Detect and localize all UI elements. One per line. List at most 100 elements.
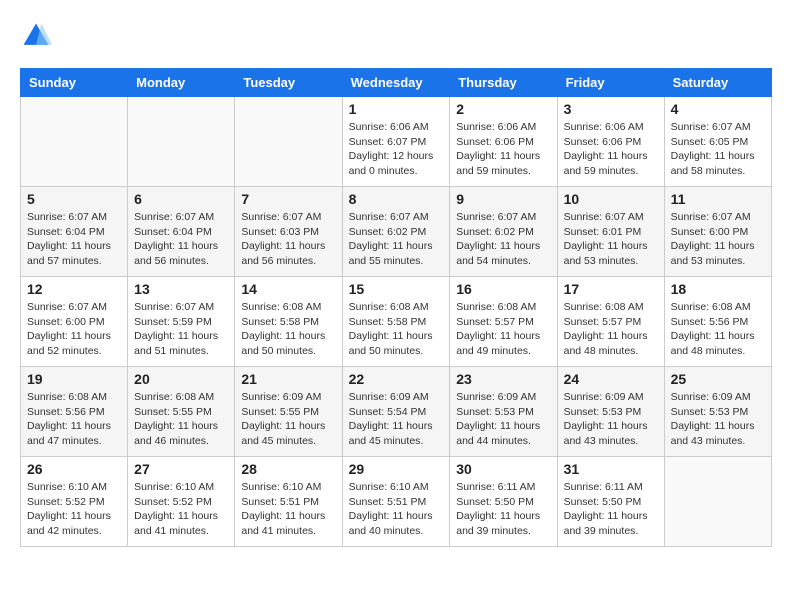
day-number: 21 (241, 371, 335, 387)
calendar-cell: 10Sunrise: 6:07 AM Sunset: 6:01 PM Dayli… (557, 187, 664, 277)
calendar-cell: 26 Sunrise: 6:10 AM Sunset: 5:52 PM Dayli… (21, 457, 128, 547)
day-info: Sunrise: 6:08 AM Sunset: 5:56 PM Dayligh… (27, 390, 121, 449)
calendar-cell: 5 Sunrise: 6:07 AM Sunset: 6:04 PM Daylig… (21, 187, 128, 277)
day-number: 23 (456, 371, 550, 387)
day-number: 25 (671, 371, 765, 387)
calendar-cell: 27 Sunrise: 6:10 AM Sunset: 5:52 PM Dayli… (128, 457, 235, 547)
day-number: 2 (456, 101, 550, 117)
calendar-cell: 21 Sunrise: 6:09 AM Sunset: 5:55 PM Dayli… (235, 367, 342, 457)
day-info: Sunrise: 6:06 AM Sunset: 6:06 PM Dayligh… (564, 120, 658, 179)
calendar-cell: 12 Sunrise: 6:07 AM Sunset: 6:00 PM Dayli… (21, 277, 128, 367)
day-number: 28 (241, 461, 335, 477)
day-number: 29 (349, 461, 444, 477)
day-info: Sunrise: 6:10 AM Sunset: 5:51 PM Dayligh… (349, 480, 444, 539)
day-number: 24 (564, 371, 658, 387)
day-number: 17 (564, 281, 658, 297)
calendar-cell: 9 Sunrise: 6:07 AM Sunset: 6:02 PM Daylig… (450, 187, 557, 277)
day-info: Sunrise: 6:06 AM Sunset: 6:06 PM Dayligh… (456, 120, 550, 179)
header-day-wednesday: Wednesday (342, 69, 450, 97)
day-info: Sunrise: 6:10 AM Sunset: 5:51 PM Dayligh… (241, 480, 335, 539)
day-number: 10 (564, 191, 658, 207)
calendar-cell: 1 Sunrise: 6:06 AM Sunset: 6:07 PM Daylig… (342, 97, 450, 187)
calendar-table: SundayMondayTuesdayWednesdayThursdayFrid… (20, 68, 772, 547)
calendar-cell (664, 457, 771, 547)
header-day-saturday: Saturday (664, 69, 771, 97)
day-info: Sunrise: 6:09 AM Sunset: 5:55 PM Dayligh… (241, 390, 335, 449)
week-row-1: 1 Sunrise: 6:06 AM Sunset: 6:07 PM Daylig… (21, 97, 772, 187)
calendar-cell: 20Sunrise: 6:08 AM Sunset: 5:55 PM Dayli… (128, 367, 235, 457)
week-row-3: 12 Sunrise: 6:07 AM Sunset: 6:00 PM Dayli… (21, 277, 772, 367)
day-number: 3 (564, 101, 658, 117)
day-info: Sunrise: 6:07 AM Sunset: 6:03 PM Dayligh… (241, 210, 335, 269)
calendar-cell: 18 Sunrise: 6:08 AM Sunset: 5:56 PM Dayli… (664, 277, 771, 367)
day-number: 5 (27, 191, 121, 207)
day-info: Sunrise: 6:07 AM Sunset: 6:04 PM Dayligh… (27, 210, 121, 269)
calendar-cell: 4Sunrise: 6:07 AM Sunset: 6:05 PM Daylig… (664, 97, 771, 187)
calendar-cell: 14Sunrise: 6:08 AM Sunset: 5:58 PM Dayli… (235, 277, 342, 367)
day-info: Sunrise: 6:09 AM Sunset: 5:54 PM Dayligh… (349, 390, 444, 449)
calendar-cell (128, 97, 235, 187)
header-day-friday: Friday (557, 69, 664, 97)
day-info: Sunrise: 6:10 AM Sunset: 5:52 PM Dayligh… (27, 480, 121, 539)
day-info: Sunrise: 6:06 AM Sunset: 6:07 PM Dayligh… (349, 120, 444, 179)
day-info: Sunrise: 6:10 AM Sunset: 5:52 PM Dayligh… (134, 480, 228, 539)
day-number: 16 (456, 281, 550, 297)
day-number: 1 (349, 101, 444, 117)
calendar-cell: 22 Sunrise: 6:09 AM Sunset: 5:54 PM Dayli… (342, 367, 450, 457)
day-info: Sunrise: 6:11 AM Sunset: 5:50 PM Dayligh… (456, 480, 550, 539)
day-number: 9 (456, 191, 550, 207)
calendar-cell: 28 Sunrise: 6:10 AM Sunset: 5:51 PM Dayli… (235, 457, 342, 547)
calendar-cell (235, 97, 342, 187)
day-info: Sunrise: 6:07 AM Sunset: 6:00 PM Dayligh… (27, 300, 121, 359)
day-number: 13 (134, 281, 228, 297)
day-number: 12 (27, 281, 121, 297)
calendar-cell: 13Sunrise: 6:07 AM Sunset: 5:59 PM Dayli… (128, 277, 235, 367)
day-info: Sunrise: 6:09 AM Sunset: 5:53 PM Dayligh… (456, 390, 550, 449)
calendar-cell: 7 Sunrise: 6:07 AM Sunset: 6:03 PM Daylig… (235, 187, 342, 277)
day-number: 15 (349, 281, 444, 297)
day-number: 4 (671, 101, 765, 117)
week-row-2: 5 Sunrise: 6:07 AM Sunset: 6:04 PM Daylig… (21, 187, 772, 277)
calendar-cell: 19Sunrise: 6:08 AM Sunset: 5:56 PM Dayli… (21, 367, 128, 457)
calendar-cell: 25 Sunrise: 6:09 AM Sunset: 5:53 PM Dayli… (664, 367, 771, 457)
logo (20, 20, 56, 52)
calendar-cell: 2 Sunrise: 6:06 AM Sunset: 6:06 PM Daylig… (450, 97, 557, 187)
logo-icon (20, 20, 52, 52)
day-info: Sunrise: 6:07 AM Sunset: 6:02 PM Dayligh… (349, 210, 444, 269)
day-info: Sunrise: 6:08 AM Sunset: 5:56 PM Dayligh… (671, 300, 765, 359)
day-info: Sunrise: 6:08 AM Sunset: 5:55 PM Dayligh… (134, 390, 228, 449)
calendar-cell: 8Sunrise: 6:07 AM Sunset: 6:02 PM Daylig… (342, 187, 450, 277)
calendar-cell: 15 Sunrise: 6:08 AM Sunset: 5:58 PM Dayli… (342, 277, 450, 367)
day-info: Sunrise: 6:09 AM Sunset: 5:53 PM Dayligh… (564, 390, 658, 449)
day-info: Sunrise: 6:07 AM Sunset: 6:02 PM Dayligh… (456, 210, 550, 269)
day-number: 11 (671, 191, 765, 207)
calendar-cell: 3 Sunrise: 6:06 AM Sunset: 6:06 PM Daylig… (557, 97, 664, 187)
header-day-tuesday: Tuesday (235, 69, 342, 97)
day-info: Sunrise: 6:08 AM Sunset: 5:57 PM Dayligh… (564, 300, 658, 359)
week-row-4: 19Sunrise: 6:08 AM Sunset: 5:56 PM Dayli… (21, 367, 772, 457)
header-row: SundayMondayTuesdayWednesdayThursdayFrid… (21, 69, 772, 97)
day-number: 18 (671, 281, 765, 297)
calendar-cell: 24 Sunrise: 6:09 AM Sunset: 5:53 PM Dayli… (557, 367, 664, 457)
page-header (20, 20, 772, 52)
day-number: 22 (349, 371, 444, 387)
day-number: 27 (134, 461, 228, 477)
day-info: Sunrise: 6:09 AM Sunset: 5:53 PM Dayligh… (671, 390, 765, 449)
calendar-header: SundayMondayTuesdayWednesdayThursdayFrid… (21, 69, 772, 97)
day-info: Sunrise: 6:08 AM Sunset: 5:58 PM Dayligh… (349, 300, 444, 359)
calendar-cell: 6 Sunrise: 6:07 AM Sunset: 6:04 PM Daylig… (128, 187, 235, 277)
week-row-5: 26 Sunrise: 6:10 AM Sunset: 5:52 PM Dayli… (21, 457, 772, 547)
calendar-cell: 30 Sunrise: 6:11 AM Sunset: 5:50 PM Dayli… (450, 457, 557, 547)
day-info: Sunrise: 6:07 AM Sunset: 6:04 PM Dayligh… (134, 210, 228, 269)
calendar-cell: 17 Sunrise: 6:08 AM Sunset: 5:57 PM Dayli… (557, 277, 664, 367)
calendar-cell: 23 Sunrise: 6:09 AM Sunset: 5:53 PM Dayli… (450, 367, 557, 457)
day-number: 14 (241, 281, 335, 297)
header-day-monday: Monday (128, 69, 235, 97)
calendar-cell: 31Sunrise: 6:11 AM Sunset: 5:50 PM Dayli… (557, 457, 664, 547)
calendar-cell: 16Sunrise: 6:08 AM Sunset: 5:57 PM Dayli… (450, 277, 557, 367)
day-number: 31 (564, 461, 658, 477)
day-number: 26 (27, 461, 121, 477)
day-number: 7 (241, 191, 335, 207)
day-number: 30 (456, 461, 550, 477)
day-number: 6 (134, 191, 228, 207)
